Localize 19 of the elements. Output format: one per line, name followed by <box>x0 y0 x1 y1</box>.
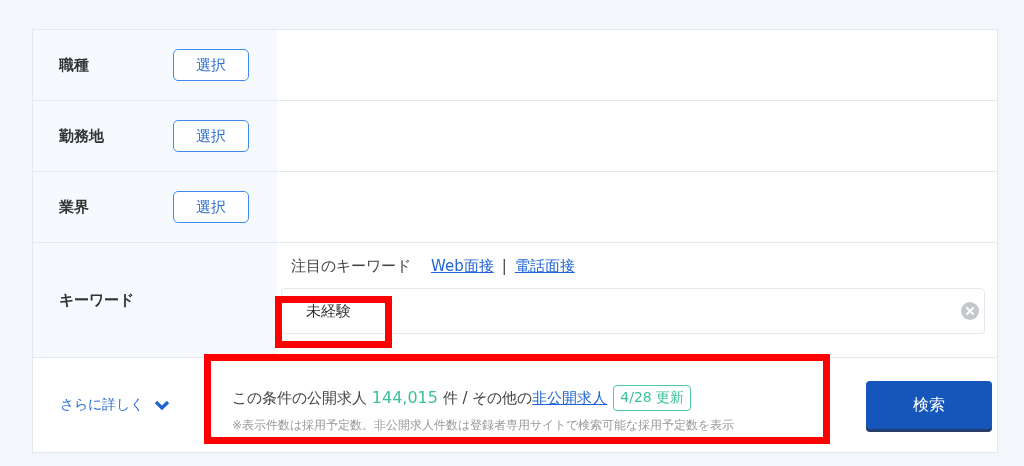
search-button[interactable]: 検索 <box>866 381 992 429</box>
more-link[interactable]: さらに詳しく <box>60 396 144 414</box>
field-label: キーワード <box>59 290 134 310</box>
select-button[interactable]: 選択 <box>173 49 249 81</box>
keyword-link[interactable]: 電話面接 <box>514 257 575 276</box>
keyword-field[interactable]: 未経験 <box>281 288 985 334</box>
select-button[interactable]: 選択 <box>173 120 249 152</box>
featured-caption: 注目のキーワード <box>291 257 411 276</box>
field-label: 勤務地 <box>59 126 105 146</box>
hidden-jobs-link[interactable]: 非公開求人 <box>532 388 608 407</box>
field-label: 業界 <box>59 197 90 217</box>
field-label: 職種 <box>59 55 90 75</box>
update-badge: 4/28 更新 <box>613 384 692 411</box>
select-button[interactable]: 選択 <box>173 191 249 223</box>
separator: | <box>501 257 507 276</box>
chevron-down-icon[interactable] <box>154 399 170 411</box>
result-summary: この条件の公開求人 144,015 件 / その他の非公開求人 <box>232 387 608 408</box>
count-note: ※表示件数は採用予定数。非公開求人件数は登録者専用サイトで検索可能な採用予定数を表示 <box>232 416 736 434</box>
keyword-link[interactable]: Web面接 <box>431 257 494 276</box>
